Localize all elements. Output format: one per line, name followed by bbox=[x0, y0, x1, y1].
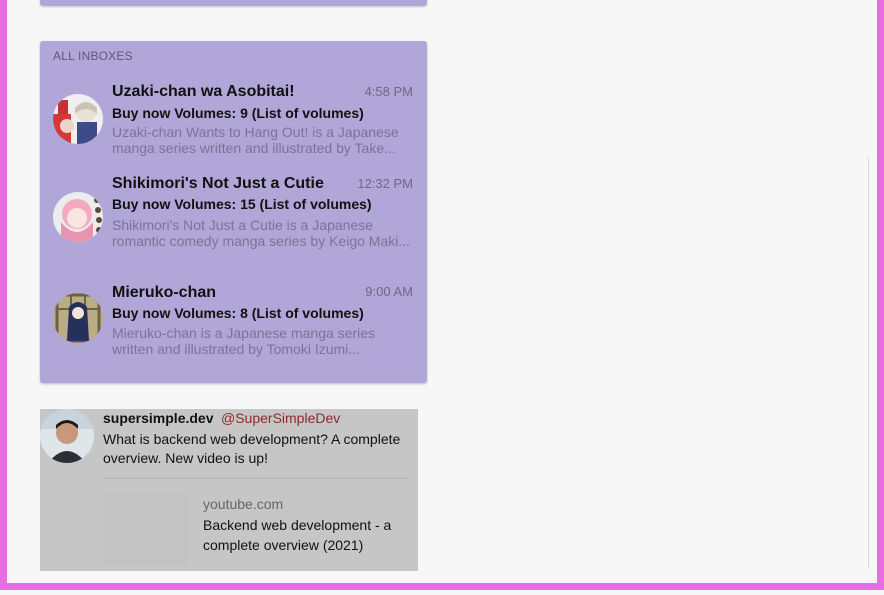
message-sender: Uzaki-chan wa Asobitai! bbox=[112, 83, 295, 100]
avatar bbox=[53, 293, 103, 343]
message-sender: Shikimori's Not Just a Cutie bbox=[112, 175, 324, 192]
message-subject: Buy now Volumes: 15 (List of volumes) bbox=[112, 196, 372, 212]
all-inboxes-card: ALL INBOXES Uzaki-chan wa Asobitai! 4:58… bbox=[40, 41, 427, 383]
message-preview: Shikimori's Not Just a Cutie is a Japane… bbox=[112, 217, 411, 249]
message-subject: Buy now Volumes: 8 (List of volumes) bbox=[112, 305, 364, 321]
divider bbox=[103, 478, 408, 479]
message-preview: Uzaki-chan Wants to Hang Out! is a Japan… bbox=[112, 124, 399, 156]
avatar[interactable] bbox=[40, 409, 94, 463]
tweet-text: What is backend web development? A compl… bbox=[103, 431, 401, 466]
scroll-divider bbox=[868, 157, 869, 569]
message-time: 9:00 AM bbox=[365, 284, 413, 299]
tweet-author-name[interactable]: supersimple.dev bbox=[103, 410, 214, 426]
avatar bbox=[53, 192, 103, 242]
previous-card bbox=[40, 0, 427, 6]
avatar bbox=[53, 94, 103, 144]
message-time: 4:58 PM bbox=[364, 84, 413, 99]
link-domain: youtube.com bbox=[203, 496, 284, 512]
message-preview: Mieruko-chan is a Japanese manga series … bbox=[112, 325, 376, 357]
message-subject: Buy now Volumes: 9 (List of volumes) bbox=[112, 105, 364, 121]
link-preview-card[interactable]: youtube.com Backend web development - a … bbox=[103, 481, 407, 569]
tweet-author-handle[interactable]: @SuperSimpleDev bbox=[221, 410, 340, 426]
inbox-title: ALL INBOXES bbox=[53, 49, 133, 63]
message-time: 12:32 PM bbox=[357, 176, 413, 191]
link-title[interactable]: Backend web development - a complete ove… bbox=[203, 515, 408, 555]
link-thumbnail bbox=[103, 493, 188, 565]
tweet-card[interactable]: supersimple.dev @SuperSimpleDev What is … bbox=[40, 409, 418, 571]
message-sender: Mieruko-chan bbox=[112, 284, 217, 301]
